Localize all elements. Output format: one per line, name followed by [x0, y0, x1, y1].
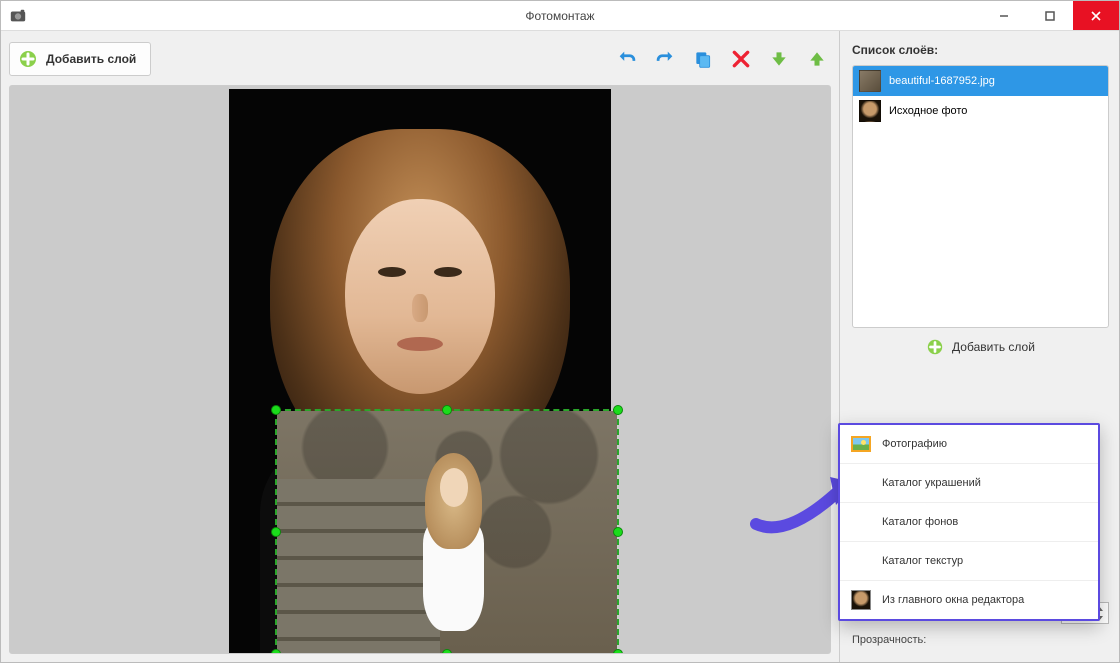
dropdown-item-textures[interactable]: Каталог текстур — [840, 542, 1098, 581]
plus-icon — [18, 49, 38, 69]
app-icon — [9, 7, 27, 25]
dropdown-item-decorations[interactable]: Каталог украшений — [840, 464, 1098, 503]
close-button[interactable] — [1073, 1, 1119, 30]
add-layer-dropdown: Фотографию Каталог украшений Каталог фон… — [838, 423, 1100, 621]
maximize-button[interactable] — [1027, 1, 1073, 30]
resize-handle-se[interactable] — [613, 649, 623, 654]
add-layer-label: Добавить слой — [46, 52, 136, 66]
resize-handle-s[interactable] — [442, 649, 452, 654]
dropdown-item-label: Каталог фонов — [882, 516, 958, 528]
layer-thumbnail — [859, 70, 881, 92]
title-bar: Фотомонтаж — [1, 1, 1119, 31]
resize-handle-sw[interactable] — [271, 649, 281, 654]
layer-item[interactable]: Исходное фото — [853, 96, 1108, 126]
resize-handle-nw[interactable] — [271, 405, 281, 415]
plus-icon — [926, 338, 944, 356]
add-layer-link[interactable]: Добавить слой — [852, 338, 1109, 356]
dropdown-item-label: Каталог украшений — [882, 477, 981, 489]
redo-button[interactable] — [651, 45, 679, 73]
overlay-photo — [277, 411, 617, 653]
undo-button[interactable] — [613, 45, 641, 73]
dropdown-item-label: Каталог текстур — [882, 555, 963, 567]
add-layer-link-label: Добавить слой — [952, 340, 1035, 354]
add-layer-button[interactable]: Добавить слой — [9, 42, 151, 76]
layer-thumbnail — [859, 100, 881, 122]
resize-handle-e[interactable] — [613, 527, 623, 537]
dropdown-item-label: Фотографию — [882, 438, 947, 450]
app-window: Фотомонтаж Доба — [0, 0, 1120, 663]
layer-label: Исходное фото — [889, 105, 967, 117]
resize-handle-w[interactable] — [271, 527, 281, 537]
editor-area: Добавить слой — [1, 31, 839, 662]
opacity-label: Прозрачность: — [852, 634, 1109, 646]
minimize-button[interactable] — [981, 1, 1027, 30]
layers-panel: Список слоёв: beautiful-1687952.jpg Исхо… — [839, 31, 1119, 662]
layer-label: beautiful-1687952.jpg — [889, 75, 995, 87]
selected-layer[interactable] — [275, 409, 619, 654]
window-title: Фотомонтаж — [1, 9, 1119, 23]
delete-button[interactable] — [727, 45, 755, 73]
canvas[interactable] — [9, 85, 831, 654]
move-down-button[interactable] — [765, 45, 793, 73]
dropdown-item-backgrounds[interactable]: Каталог фонов — [840, 503, 1098, 542]
copy-button[interactable] — [689, 45, 717, 73]
dropdown-item-label: Из главного окна редактора — [882, 594, 1024, 606]
layers-heading: Список слоёв: — [852, 43, 1109, 57]
layer-list[interactable]: beautiful-1687952.jpg Исходное фото — [852, 65, 1109, 328]
thumbnail-icon — [850, 591, 872, 609]
move-up-button[interactable] — [803, 45, 831, 73]
layer-item[interactable]: beautiful-1687952.jpg — [853, 66, 1108, 96]
photo-icon — [850, 435, 872, 453]
dropdown-item-from-editor[interactable]: Из главного окна редактора — [840, 581, 1098, 619]
dropdown-item-photo[interactable]: Фотографию — [840, 425, 1098, 464]
resize-handle-ne[interactable] — [613, 405, 623, 415]
resize-handle-n[interactable] — [442, 405, 452, 415]
canvas-content — [229, 89, 611, 654]
top-toolbar: Добавить слой — [9, 39, 831, 79]
window-controls — [981, 1, 1119, 30]
